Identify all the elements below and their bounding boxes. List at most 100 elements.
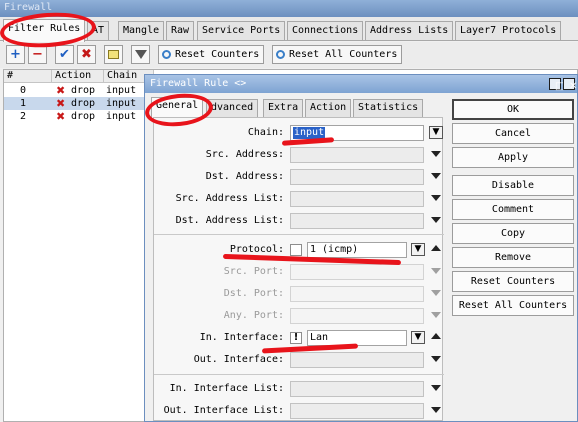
in-interface-negate-checkbox[interactable]: ! <box>290 332 302 344</box>
table-row[interactable]: 1 ✖ drop input <box>4 97 154 110</box>
note-icon <box>108 50 119 59</box>
remove-rule-button[interactable]: Remove <box>452 247 574 268</box>
expand-down-icon[interactable] <box>431 356 441 362</box>
any-port-field[interactable] <box>290 308 424 324</box>
filter-button[interactable] <box>131 45 150 64</box>
section-divider <box>154 374 444 375</box>
dst-address-list-row: Dst. Address List: <box>154 211 444 231</box>
copy-button[interactable]: Copy <box>452 223 574 244</box>
rule-chain: input <box>106 98 137 109</box>
expand-down-icon[interactable] <box>431 407 441 413</box>
dialog-titlebar[interactable]: Firewall Rule <> □ ✕ <box>145 75 577 93</box>
minus-icon: − <box>32 47 43 62</box>
dst-address-list-field[interactable] <box>290 213 424 229</box>
src-port-field[interactable] <box>290 264 424 280</box>
any-port-label: Any. Port: <box>223 310 284 321</box>
disable-rule-button[interactable]: Disable <box>452 175 574 196</box>
out-interface-label: Out. Interface: <box>193 354 284 365</box>
tab-service-ports[interactable]: Service Ports <box>197 21 286 40</box>
expand-down-icon[interactable] <box>431 173 441 179</box>
in-interface-list-label: In. Interface List: <box>169 383 284 394</box>
expand-down-icon[interactable] <box>431 195 441 201</box>
rule-number: 1 <box>20 98 27 109</box>
drop-icon: ✖ <box>56 84 66 97</box>
expand-down-icon[interactable] <box>431 290 441 296</box>
chain-dropdown-button[interactable]: ▼ <box>429 126 443 139</box>
tab-advanced[interactable]: dvanced <box>206 99 259 117</box>
check-icon: ✔ <box>59 47 70 62</box>
tab-connections[interactable]: Connections <box>287 21 364 40</box>
rule-number: 0 <box>20 85 27 96</box>
rule-action: drop <box>71 85 96 96</box>
dropdown-arrow-icon: ▼ <box>432 127 440 137</box>
close-icon: ✕ <box>569 81 578 92</box>
remove-button[interactable]: − <box>28 45 47 64</box>
expand-down-icon[interactable] <box>431 312 441 318</box>
maximize-button[interactable]: □ <box>549 78 564 92</box>
protocol-value: 1 (icmp) <box>310 244 359 255</box>
src-port-row: Src. Port: <box>154 262 444 282</box>
protocol-negate-checkbox[interactable] <box>290 244 302 256</box>
reset-icon <box>162 50 171 59</box>
tab-action[interactable]: Action <box>305 99 352 117</box>
rule-action: drop <box>71 98 96 109</box>
expand-down-icon[interactable] <box>431 151 441 157</box>
comment-rule-button[interactable]: Comment <box>452 199 574 220</box>
ok-button[interactable]: OK <box>452 99 574 120</box>
expand-down-icon[interactable] <box>431 268 441 274</box>
enable-button[interactable]: ✔ <box>55 45 74 64</box>
drop-icon: ✖ <box>56 110 66 123</box>
disable-button[interactable]: ✖ <box>77 45 96 64</box>
cancel-button[interactable]: Cancel <box>452 123 574 144</box>
column-header-number[interactable]: # <box>4 70 52 83</box>
dst-address-field[interactable] <box>290 169 424 185</box>
table-row[interactable]: 0 ✖ drop input <box>4 84 154 97</box>
comment-button[interactable] <box>104 45 123 64</box>
in-interface-value: Lan <box>310 332 329 343</box>
dst-address-row: Dst. Address: <box>154 167 444 187</box>
tab-address-lists[interactable]: Address Lists <box>365 21 454 40</box>
protocol-label: Protocol: <box>229 244 284 255</box>
src-address-row: Src. Address: <box>154 145 444 165</box>
tab-layer7-protocols[interactable]: Layer7 Protocols <box>455 21 562 40</box>
reset-counters-dialog-button[interactable]: Reset Counters <box>452 271 574 292</box>
out-interface-list-row: Out. Interface List: <box>154 401 444 421</box>
protocol-dropdown-button[interactable]: ▼ <box>411 243 425 256</box>
any-port-row: Any. Port: <box>154 306 444 326</box>
collapse-up-icon[interactable] <box>431 245 441 251</box>
reset-counters-label: Reset Counters <box>175 49 260 60</box>
protocol-field[interactable]: 1 (icmp) <box>307 242 407 258</box>
apply-button[interactable]: Apply <box>452 147 574 168</box>
in-interface-list-field[interactable] <box>290 381 424 397</box>
dst-port-row: Dst. Port: <box>154 284 444 304</box>
src-address-list-label: Src. Address List: <box>175 193 284 204</box>
collapse-up-icon[interactable] <box>431 333 441 339</box>
out-interface-list-label: Out. Interface List: <box>163 405 284 416</box>
out-interface-field[interactable] <box>290 352 424 368</box>
out-interface-row: Out. Interface: <box>154 350 444 370</box>
expand-down-icon[interactable] <box>431 217 441 223</box>
tab-mangle[interactable]: Mangle <box>118 21 165 40</box>
src-address-list-field[interactable] <box>290 191 424 207</box>
out-interface-list-field[interactable] <box>290 403 424 419</box>
tab-raw[interactable]: Raw <box>166 21 195 40</box>
in-interface-dropdown-button[interactable]: ▼ <box>411 331 425 344</box>
src-address-field[interactable] <box>290 147 424 163</box>
dst-port-field[interactable] <box>290 286 424 302</box>
reset-all-counters-button[interactable]: Reset All Counters <box>272 45 403 64</box>
tab-statistics[interactable]: Statistics <box>353 99 424 117</box>
tab-extra[interactable]: Extra <box>263 99 304 117</box>
dropdown-arrow-icon: ▼ <box>414 244 422 254</box>
dst-port-label: Dst. Port: <box>223 288 284 299</box>
plus-icon: + <box>10 47 21 62</box>
close-button[interactable]: ✕ <box>563 78 578 92</box>
expand-down-icon[interactable] <box>431 385 441 391</box>
rule-action: drop <box>71 111 96 122</box>
reset-all-counters-dialog-button[interactable]: Reset All Counters <box>452 295 574 316</box>
in-interface-row: In. Interface: ! Lan ▼ <box>154 328 444 348</box>
reset-counters-button[interactable]: Reset Counters <box>158 45 265 64</box>
table-row[interactable]: 2 ✖ drop input <box>4 110 154 123</box>
funnel-icon <box>134 50 147 59</box>
add-button[interactable]: + <box>6 45 25 64</box>
column-header-action[interactable]: Action <box>52 70 104 83</box>
